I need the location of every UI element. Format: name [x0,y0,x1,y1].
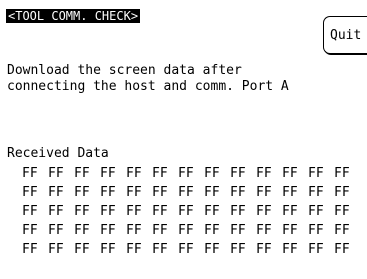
instruction-message: Download the screen data after connectin… [7,63,289,95]
data-byte: FF [126,223,142,238]
data-byte: FF [178,204,194,219]
tool-comm-check-screen: <TOOL COMM. CHECK> Quit Download the scr… [0,0,367,279]
data-byte: FF [152,242,168,257]
data-byte: FF [178,242,194,257]
data-byte: FF [74,185,90,200]
data-byte: FF [100,166,116,181]
data-byte: FF [126,166,142,181]
data-byte: FF [282,185,298,200]
data-byte: FF [230,223,246,238]
data-row: FF FF FF FF FF FF FF FF FF FF FF FF FF [22,240,360,259]
data-byte: FF [100,185,116,200]
data-byte: FF [178,185,194,200]
instruction-line-2: connecting the host and comm. Port A [7,79,289,94]
data-byte: FF [126,204,142,219]
data-byte: FF [74,166,90,181]
data-byte: FF [204,204,220,219]
data-byte: FF [334,166,350,181]
data-byte: FF [48,166,64,181]
data-byte: FF [308,242,324,257]
data-byte: FF [204,242,220,257]
data-byte: FF [74,204,90,219]
data-byte: FF [204,185,220,200]
data-byte: FF [282,166,298,181]
data-byte: FF [308,166,324,181]
data-byte: FF [282,242,298,257]
data-row: FF FF FF FF FF FF FF FF FF FF FF FF FF [22,221,360,240]
data-byte: FF [178,166,194,181]
data-byte: FF [48,204,64,219]
data-byte: FF [100,204,116,219]
data-byte: FF [74,223,90,238]
received-data-label: Received Data [7,146,109,161]
data-byte: FF [334,223,350,238]
data-byte: FF [22,223,38,238]
data-byte: FF [100,223,116,238]
screen-title: <TOOL COMM. CHECK> [6,9,141,23]
data-byte: FF [282,204,298,219]
data-byte: FF [204,223,220,238]
data-byte: FF [230,185,246,200]
data-byte: FF [22,204,38,219]
data-byte: FF [256,242,272,257]
data-byte: FF [256,185,272,200]
data-byte: FF [48,223,64,238]
data-byte: FF [22,166,38,181]
data-byte: FF [256,204,272,219]
data-row: FF FF FF FF FF FF FF FF FF FF FF FF FF [22,202,360,221]
data-row: FF FF FF FF FF FF FF FF FF FF FF FF FF [22,164,360,183]
data-byte: FF [152,166,168,181]
data-byte: FF [308,185,324,200]
data-byte: FF [204,166,220,181]
received-data-grid: FF FF FF FF FF FF FF FF FF FF FF FF FF FF FF FF FF FF FF FF… [22,164,360,259]
data-byte: FF [230,166,246,181]
data-byte: FF [230,242,246,257]
data-byte: FF [126,185,142,200]
data-byte: FF [126,242,142,257]
data-byte: FF [48,242,64,257]
data-byte: FF [334,204,350,219]
data-byte: FF [100,242,116,257]
data-byte: FF [152,185,168,200]
data-byte: FF [22,242,38,257]
data-byte: FF [230,204,246,219]
instruction-line-1: Download the screen data after [7,63,242,78]
data-byte: FF [256,166,272,181]
data-byte: FF [256,223,272,238]
data-byte: FF [282,223,298,238]
data-byte: FF [334,242,350,257]
data-byte: FF [22,185,38,200]
data-row: FF FF FF FF FF FF FF FF FF FF FF FF FF [22,183,360,202]
quit-button[interactable]: Quit [323,16,367,54]
data-byte: FF [48,185,64,200]
data-byte: FF [152,204,168,219]
data-byte: FF [308,204,324,219]
data-byte: FF [178,223,194,238]
data-byte: FF [334,185,350,200]
data-byte: FF [308,223,324,238]
data-byte: FF [152,223,168,238]
data-byte: FF [74,242,90,257]
